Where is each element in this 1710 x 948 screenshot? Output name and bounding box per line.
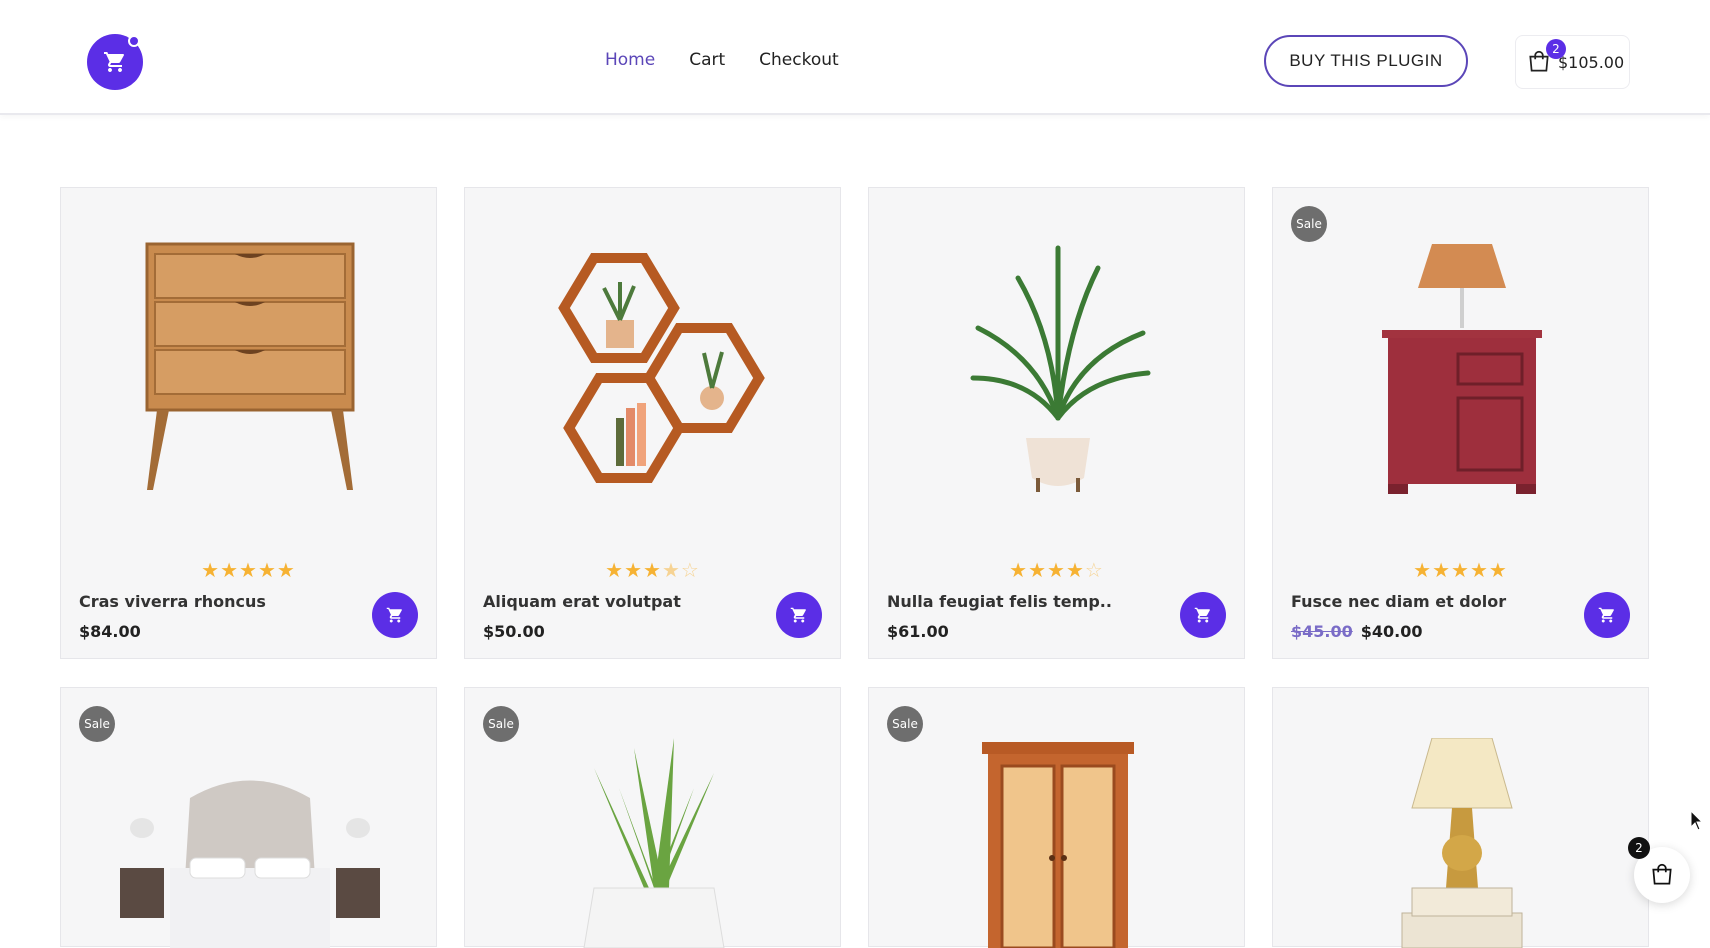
nav-home[interactable]: Home — [605, 50, 655, 70]
buy-plugin-button[interactable]: BUY THIS PLUGIN — [1264, 35, 1468, 87]
product-image-wardrobe[interactable] — [869, 738, 1246, 948]
product-card[interactable]: Sale — [60, 687, 438, 948]
product-price: $50.00 — [483, 622, 545, 641]
cart-icon — [386, 607, 402, 623]
sale-badge: Sale — [79, 706, 115, 742]
product-image-tufted-bed[interactable] — [61, 768, 438, 948]
product-card[interactable]: Sale — [868, 687, 1246, 948]
product-price: $45.00 $40.00 — [1291, 622, 1423, 641]
current-price: $50.00 — [483, 622, 545, 641]
product-card[interactable] — [1272, 687, 1650, 948]
floating-cart-button[interactable]: 2 — [1628, 837, 1690, 903]
add-to-cart-button[interactable] — [1584, 592, 1630, 638]
add-to-cart-button[interactable] — [372, 592, 418, 638]
cart-total: $105.00 — [1558, 52, 1625, 72]
sale-badge: Sale — [1291, 206, 1327, 242]
product-image-table-lamp[interactable] — [1273, 738, 1650, 948]
product-image-red-nightstand[interactable] — [1273, 228, 1650, 508]
product-price: $84.00 — [79, 622, 141, 641]
product-name[interactable]: Cras viverra rhoncus — [79, 592, 266, 611]
product-card[interactable]: Sale — [464, 687, 842, 948]
current-price: $84.00 — [79, 622, 141, 641]
shopping-bag-icon — [1652, 863, 1672, 885]
header-cart-button[interactable]: 2 $105.00 — [1515, 35, 1630, 89]
check-icon — [128, 35, 140, 47]
product-card[interactable]: ★★★★☆ Aliquam erat volutpat $50.00 — [464, 187, 841, 659]
store-logo[interactable] — [87, 34, 143, 90]
add-to-cart-button[interactable] — [776, 592, 822, 638]
floating-cart-count: 2 — [1628, 837, 1650, 859]
main-nav: Home Cart Checkout — [605, 50, 839, 70]
product-card[interactable]: Sale ★★★★★ Fusce nec diam et dolor $45.0… — [1272, 187, 1649, 659]
cart-icon — [1598, 607, 1614, 623]
product-name[interactable]: Nulla feugiat felis temp.. — [887, 592, 1112, 611]
current-price: $61.00 — [887, 622, 949, 641]
cart-icon — [790, 607, 806, 623]
product-name[interactable]: Fusce nec diam et dolor — [1291, 592, 1506, 611]
rating-stars: ★★★★★ — [201, 558, 296, 582]
product-card[interactable]: ★★★★☆ Nulla feugiat felis temp.. $61.00 — [868, 187, 1245, 659]
cart-icon — [104, 52, 124, 72]
nav-cart[interactable]: Cart — [689, 50, 725, 70]
product-card[interactable]: ★★★★★ Cras viverra rhoncus $84.00 — [60, 187, 437, 659]
product-image-potted-palm[interactable] — [869, 228, 1246, 508]
mouse-cursor-icon — [1690, 810, 1704, 831]
product-image-hexagon-shelves[interactable] — [465, 228, 842, 508]
sale-badge: Sale — [887, 706, 923, 742]
original-price: $45.00 — [1291, 622, 1353, 641]
rating-stars: ★★★★☆ — [605, 558, 700, 582]
site-header: Home Cart Checkout BUY THIS PLUGIN 2 $10… — [0, 0, 1710, 115]
current-price: $40.00 — [1360, 622, 1423, 641]
product-price: $61.00 — [887, 622, 949, 641]
nav-checkout[interactable]: Checkout — [759, 50, 839, 70]
cart-icon — [1194, 607, 1210, 623]
rating-stars: ★★★★★ — [1413, 558, 1508, 582]
sale-badge: Sale — [483, 706, 519, 742]
product-image-aloe-plant[interactable] — [465, 738, 842, 948]
product-name[interactable]: Aliquam erat volutpat — [483, 592, 681, 611]
product-grid: ★★★★★ Cras viverra rhoncus $84.00 ★★★★☆ … — [60, 187, 1650, 948]
add-to-cart-button[interactable] — [1180, 592, 1226, 638]
rating-stars: ★★★★☆ — [1009, 558, 1104, 582]
cart-count-badge: 2 — [1546, 39, 1566, 59]
product-image-dresser[interactable] — [61, 228, 438, 508]
